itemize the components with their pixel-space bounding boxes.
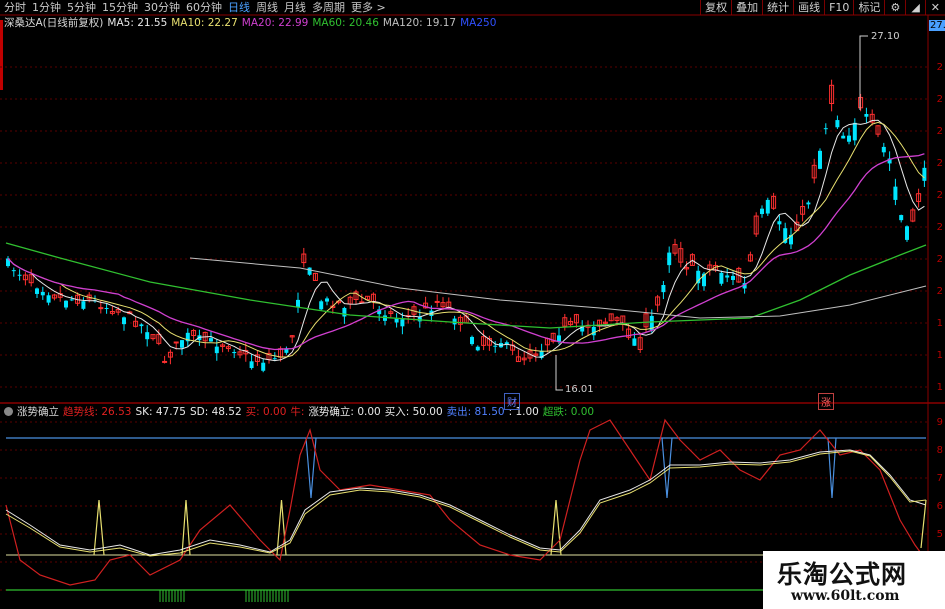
candle-body (249, 361, 254, 369)
candle-body (307, 267, 312, 275)
candle-body (835, 120, 840, 128)
candle-body (394, 318, 399, 323)
candle-body (209, 338, 213, 342)
candle-body (232, 352, 237, 354)
candle-body (661, 285, 666, 293)
chart-canvas[interactable] (0, 0, 945, 609)
candle-body (765, 199, 770, 214)
candle-body (17, 274, 22, 276)
candle-body (899, 215, 904, 221)
candle-body (325, 298, 329, 302)
sd-line (5, 450, 927, 557)
price-tick: 2 (936, 222, 943, 233)
candle-body (667, 252, 672, 266)
price-tick: 1 (936, 318, 943, 329)
candle-body (342, 307, 347, 317)
current-price-badge: 27.1 (929, 20, 945, 31)
candle-body (777, 221, 782, 225)
candle-body (81, 301, 86, 309)
candle-body (864, 114, 869, 117)
candle-body (922, 167, 927, 181)
price-tick: 2 (936, 190, 943, 201)
finance-mark[interactable]: 财 (504, 393, 520, 410)
candle-body (452, 318, 457, 325)
low-leader (555, 355, 563, 391)
price-tick: 2 (936, 62, 943, 73)
price-tick: 2 (936, 254, 943, 265)
low-price-label: 16.01 (565, 384, 594, 395)
candle-body (69, 299, 74, 301)
candle-body (261, 362, 266, 371)
price-tick: 2 (936, 126, 943, 137)
candle-body (760, 208, 764, 215)
indicator-tick: 9 (936, 417, 943, 428)
left-edge-bar (0, 20, 3, 90)
watermark-url: www.60lt.com (791, 588, 900, 604)
sd-tail (920, 499, 927, 549)
indicator-tick: 7 (936, 473, 943, 484)
candle-body (162, 360, 168, 363)
high-price-label: 27.10 (871, 31, 900, 42)
watermark-title: 乐淘公式网 (777, 560, 908, 589)
candle-body (731, 275, 735, 280)
candle-body (145, 332, 150, 340)
candle-body (40, 291, 45, 296)
candle-body (591, 326, 596, 336)
price-tick: 2 (936, 286, 943, 297)
candle-body (632, 338, 637, 346)
candle-body (841, 135, 846, 139)
candle-body (173, 341, 179, 344)
ma120-line (189, 257, 927, 319)
buy-spike (93, 499, 105, 556)
candle-body (11, 270, 16, 272)
candle-body (719, 272, 724, 284)
sell-spike (827, 437, 837, 499)
candle-body (823, 128, 828, 130)
candle-body (35, 288, 39, 294)
candle-body (475, 346, 480, 351)
candle-body (470, 336, 474, 345)
candle-body (272, 358, 277, 360)
candle-body (847, 135, 851, 142)
candle-body (319, 301, 324, 310)
candle-body (214, 346, 219, 354)
candle-body (806, 202, 811, 205)
candle-body (98, 307, 104, 310)
candle-body (46, 295, 51, 303)
candle-body (905, 226, 909, 240)
candle-body (725, 275, 730, 278)
candle-body (104, 307, 109, 309)
limit-up-mark[interactable]: 涨 (818, 393, 834, 410)
price-tick: 1 (936, 382, 943, 393)
candle-body (493, 345, 498, 347)
indicator-tick: 5 (936, 529, 943, 540)
candle-body (296, 299, 300, 308)
candle-body (881, 146, 886, 153)
indicator-tick: 8 (936, 445, 943, 456)
candle-body (852, 122, 857, 141)
candle-body (893, 186, 898, 200)
candle-body (180, 340, 184, 348)
candle-body (122, 317, 126, 325)
price-tick: 2 (936, 94, 943, 105)
indicator-tick: 6 (936, 501, 943, 512)
price-tick: 2 (936, 158, 943, 169)
sk-line (5, 449, 927, 556)
candle-body (139, 324, 144, 327)
price-tick: 1 (936, 350, 943, 361)
candle-body (818, 150, 822, 169)
candle-body (64, 300, 68, 308)
watermark: 乐淘公式网 www.60lt.com (763, 551, 945, 609)
candle-body (400, 319, 405, 327)
